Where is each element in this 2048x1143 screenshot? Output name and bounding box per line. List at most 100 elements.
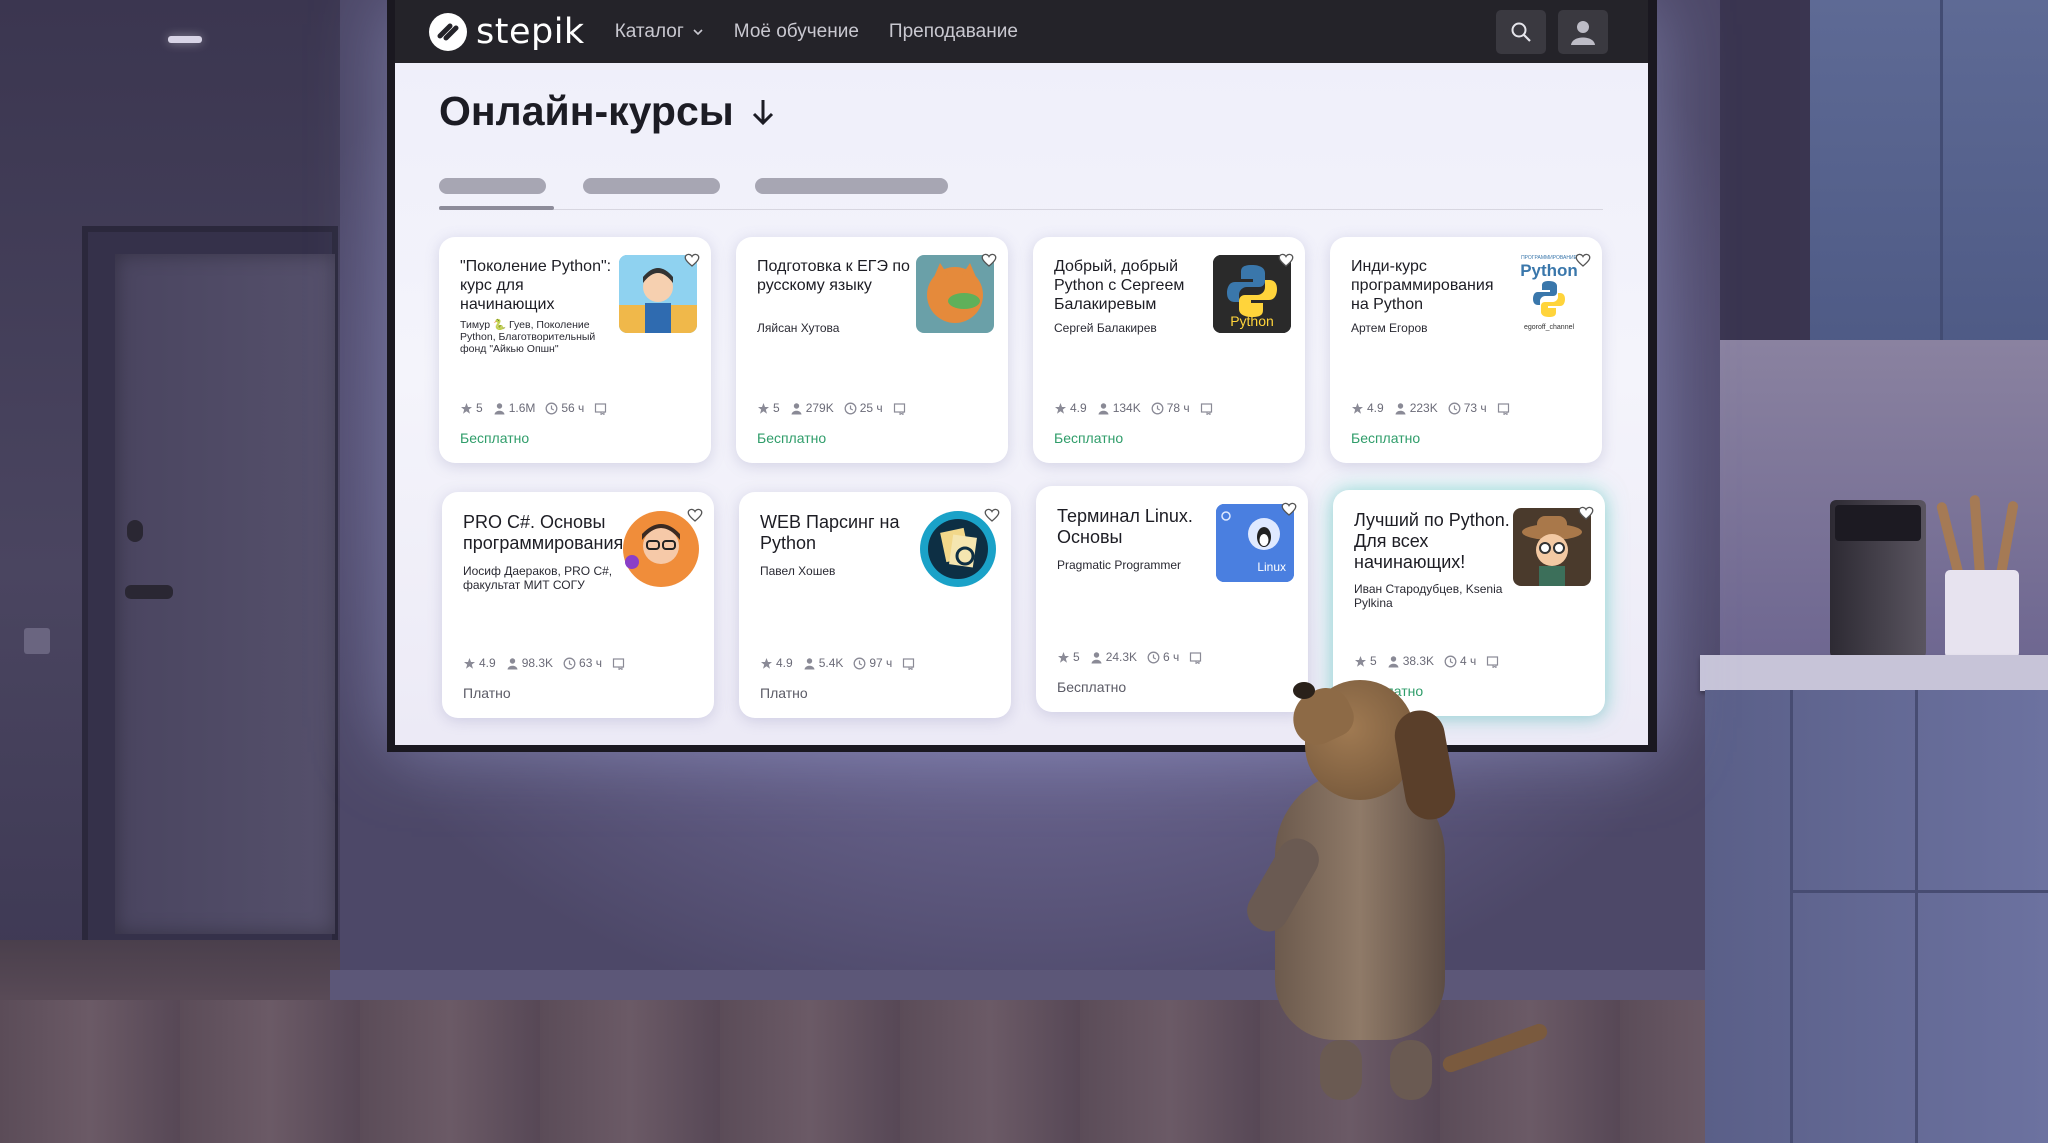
learners-icon <box>1091 651 1102 663</box>
clock-icon <box>545 402 558 414</box>
page-title-text: Онлайн-курсы <box>439 88 734 134</box>
thumb-caption: Python <box>1230 313 1274 329</box>
course-title: Инди-курс программирования на Python <box>1351 258 1494 313</box>
course-title: Подготовка к ЕГЭ по русскому языку <box>757 258 910 294</box>
drawer-line <box>1790 890 2048 893</box>
course-price: Бесплатно <box>460 430 530 446</box>
clock-icon <box>844 402 857 414</box>
course-rating: 5 <box>1073 650 1080 664</box>
course-rating: 5 <box>476 401 483 415</box>
course-card[interactable]: Подготовка к ЕГЭ по русскому языку Ляйса… <box>736 237 1008 463</box>
learners-icon <box>1098 402 1109 414</box>
heart-icon[interactable] <box>1574 251 1592 269</box>
course-card[interactable]: Добрый, добрый Python с Сергеем Балакире… <box>1033 237 1305 463</box>
course-price: Бесплатно <box>1351 430 1421 446</box>
course-hours: 97 ч <box>869 656 893 670</box>
course-price: Бесплатно <box>1054 430 1124 446</box>
star-icon <box>761 657 772 669</box>
nav-teaching[interactable]: Преподавание <box>889 21 1018 43</box>
certificate-icon <box>612 657 625 670</box>
course-tabs <box>439 178 1603 214</box>
course-stats: 4.9 98.3K 63 ч <box>463 656 625 670</box>
heart-icon[interactable] <box>686 506 704 524</box>
nav-teaching-label: Преподавание <box>888 20 1018 42</box>
tab-placeholder-1[interactable] <box>439 178 546 194</box>
countertop <box>1700 655 2048 691</box>
course-title: Лучший по Python. Для всех начинающих! <box>1354 510 1510 572</box>
course-price: Платно <box>463 685 511 701</box>
certificate-icon <box>595 402 607 415</box>
heart-icon[interactable] <box>1280 500 1298 518</box>
star-icon <box>1352 402 1363 414</box>
heart-icon[interactable] <box>1577 504 1595 522</box>
course-rating: 5 <box>773 401 780 415</box>
course-rating: 5 <box>1370 654 1377 668</box>
stepik-screen: stepik Каталог Моё обучение Преподавание… <box>395 0 1648 745</box>
logo-text: stepik <box>476 11 585 52</box>
upper-cabinet <box>1810 0 2048 355</box>
certificate-icon <box>1190 651 1202 664</box>
search-icon <box>1511 22 1531 42</box>
course-hours: 6 ч <box>1163 650 1180 664</box>
active-tab-underline <box>439 206 554 210</box>
star-icon <box>1058 651 1069 663</box>
course-rating: 4.9 <box>1070 401 1087 415</box>
course-learners: 5.4K <box>818 656 844 670</box>
dog-hind-leg <box>1390 1040 1432 1100</box>
clock-icon <box>1151 402 1164 414</box>
course-author: Иван Стародубцев, Ksenia Pylkina <box>1354 582 1503 610</box>
course-card[interactable]: "Поколение Python": курс для начинающих … <box>439 237 711 463</box>
course-title: Добрый, добрый Python с Сергеем Балакире… <box>1054 258 1185 313</box>
certificate-icon <box>1487 655 1499 668</box>
door-handle <box>125 585 173 599</box>
arrow-down-icon <box>752 99 773 125</box>
heart-icon[interactable] <box>1277 251 1295 269</box>
cabinet-seam <box>1915 690 1918 1143</box>
course-price: Платно <box>760 685 808 701</box>
light-switch <box>24 628 50 654</box>
course-card[interactable]: Терминал Linux. Основы Pragmatic Program… <box>1036 486 1308 712</box>
stepik-logo-icon <box>429 12 467 51</box>
course-author: Артем Егоров <box>1351 321 1428 335</box>
upper-cabinet-seam <box>1940 0 1943 340</box>
course-learners: 38.3K <box>1402 654 1435 668</box>
course-card[interactable]: WEB Парсинг на Python Павел Хошев 4.9 5.… <box>739 492 1011 718</box>
course-price: Бесплатно <box>1057 679 1127 695</box>
heart-icon[interactable] <box>683 251 701 269</box>
profile-button[interactable] <box>1558 10 1608 54</box>
star-icon <box>1355 655 1366 667</box>
star-icon <box>758 402 769 414</box>
coffee-machine-top <box>1835 505 1921 541</box>
course-rating: 4.9 <box>1367 401 1384 415</box>
course-hours: 78 ч <box>1166 401 1190 415</box>
clock-icon <box>853 657 866 669</box>
page-title: Онлайн-курсы <box>439 88 776 135</box>
course-title: "Поколение Python": курс для начинающих <box>460 258 612 313</box>
search-button[interactable] <box>1496 10 1546 54</box>
learners-icon <box>791 402 802 414</box>
chevron-down-icon <box>693 28 703 35</box>
clock-icon <box>563 657 576 669</box>
course-stats: 4.9 134K 78 ч <box>1054 401 1213 415</box>
nav-catalog[interactable]: Каталог <box>615 21 704 43</box>
heart-icon[interactable] <box>983 506 1001 524</box>
learners-icon <box>1395 402 1406 414</box>
stepik-logo[interactable]: stepik <box>428 12 585 52</box>
course-card[interactable]: PRO C#. Основы программирования Иосиф Да… <box>442 492 714 718</box>
tabs-divider <box>439 209 1603 210</box>
tab-placeholder-3[interactable] <box>755 178 948 194</box>
clock-icon <box>1448 402 1461 414</box>
dog-hind-leg <box>1320 1040 1362 1100</box>
tab-placeholder-2[interactable] <box>583 178 720 194</box>
course-learners: 223K <box>1409 401 1438 415</box>
course-author: Павел Хошев <box>760 564 836 578</box>
course-learners: 98.3K <box>521 656 554 670</box>
course-card[interactable]: Инди-курс программирования на Python Арт… <box>1330 237 1602 463</box>
course-stats: 5 1.6M 56 ч <box>460 401 607 415</box>
top-navbar: stepik Каталог Моё обучение Преподавание <box>395 0 1648 63</box>
course-author: Тимур 🐍 Гуев, Поколение Python, Благотво… <box>460 319 596 355</box>
learners-icon <box>1388 655 1399 667</box>
star-icon <box>1055 402 1066 414</box>
heart-icon[interactable] <box>980 251 998 269</box>
nav-my-learning[interactable]: Моё обучение <box>734 21 859 43</box>
